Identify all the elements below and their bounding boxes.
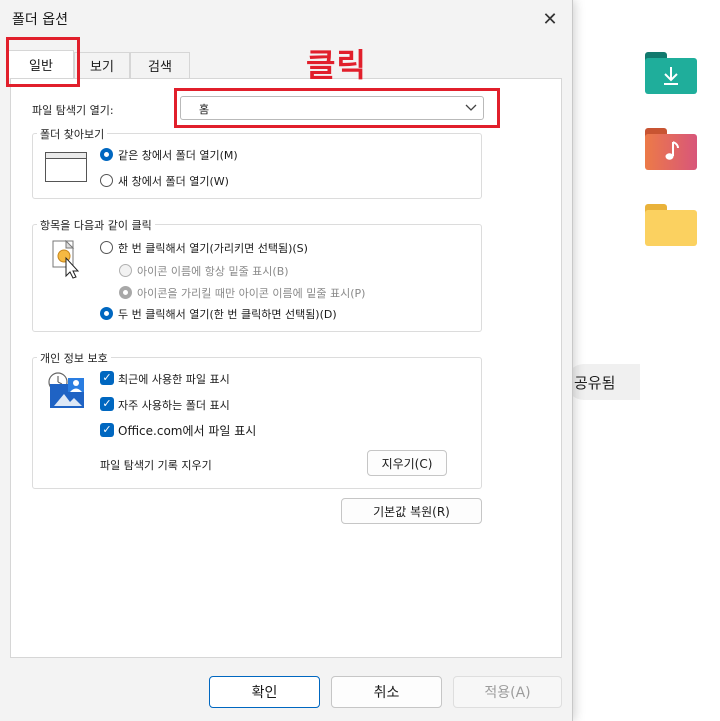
underline-hover-radio[interactable] (119, 286, 132, 299)
privacy-icon (48, 372, 84, 408)
double-click-radio[interactable] (100, 307, 113, 320)
single-click-radio[interactable] (100, 241, 113, 254)
tab-search-label: 검색 (148, 60, 172, 75)
ok-button-label: 확인 (251, 685, 278, 701)
tab-search[interactable]: 검색 (130, 52, 190, 78)
single-click-label[interactable]: 한 번 클릭해서 열기(가리키면 선택됨)(S) (118, 240, 308, 256)
clear-history-button[interactable]: 지우기(C) (367, 450, 447, 476)
download-arrow-icon (664, 67, 678, 85)
new-window-radio[interactable] (100, 174, 113, 187)
window-icon (45, 152, 87, 182)
same-window-radio[interactable] (100, 148, 113, 161)
apply-button[interactable]: 적용(A) (453, 676, 562, 708)
click-items-title: 항목을 다음과 같이 클릭 (37, 217, 155, 233)
close-icon: ✕ (542, 8, 558, 30)
cancel-button[interactable]: 취소 (331, 676, 442, 708)
browse-folders-group (32, 133, 482, 199)
ok-button[interactable]: 확인 (209, 676, 320, 708)
open-explorer-label: 파일 탐색기 열기: (32, 104, 114, 117)
select-highlight-box (174, 88, 500, 128)
frequent-folders-label[interactable]: 자주 사용하는 폴더 표시 (118, 397, 230, 413)
recent-files-checkbox[interactable]: ✓ (100, 371, 114, 385)
apply-button-label: 적용(A) (484, 685, 531, 701)
browse-folders-title: 폴더 찾아보기 (37, 126, 108, 142)
folder-options-dialog: 폴더 옵션 ✕ 일반 보기 검색 클릭 파일 탐색기 열기: 홈 폴더 찾아보기… (0, 0, 573, 721)
new-window-label[interactable]: 새 창에서 폴더 열기(W) (118, 173, 229, 189)
tab-view-label: 보기 (90, 60, 114, 75)
clear-history-button-label: 지우기(C) (381, 456, 433, 471)
click-pointer-icon (52, 240, 80, 279)
privacy-title: 개인 정보 보호 (37, 350, 111, 366)
recent-files-label[interactable]: 최근에 사용한 파일 표시 (118, 371, 230, 387)
dialog-title: 폴더 옵션 (12, 12, 68, 28)
restore-defaults-button[interactable]: 기본값 복원(R) (341, 498, 482, 524)
office-files-checkbox[interactable]: ✓ (100, 423, 114, 437)
office-files-label[interactable]: Office.com에서 파일 표시 (118, 422, 256, 439)
underline-always-label: 아이콘 이름에 항상 밑줄 표시(B) (137, 265, 289, 278)
music-folder-icon[interactable] (645, 128, 697, 170)
folder-icon[interactable] (645, 204, 697, 246)
tab-highlight-box (6, 37, 80, 87)
same-window-label[interactable]: 같은 창에서 폴더 열기(M) (118, 147, 238, 163)
restore-defaults-label: 기본값 복원(R) (373, 504, 450, 519)
shared-label[interactable]: 공유됨 (566, 364, 640, 400)
cancel-button-label: 취소 (373, 685, 400, 701)
clear-history-label: 파일 탐색기 기록 지우기 (100, 459, 212, 472)
frequent-folders-checkbox[interactable]: ✓ (100, 397, 114, 411)
close-button[interactable]: ✕ (536, 6, 564, 32)
click-annotation: 클릭 (306, 46, 367, 84)
double-click-label[interactable]: 두 번 클릭해서 열기(한 번 클릭하면 선택됨)(D) (118, 306, 337, 322)
title-bar: 폴더 옵션 ✕ (0, 0, 572, 38)
music-note-icon (665, 141, 679, 160)
tab-view[interactable]: 보기 (74, 52, 130, 78)
underline-always-radio[interactable] (119, 264, 132, 277)
underline-hover-label: 아이콘을 가리킬 때만 아이콘 이름에 밑줄 표시(P) (137, 287, 366, 300)
downloads-folder-icon[interactable] (645, 52, 697, 94)
